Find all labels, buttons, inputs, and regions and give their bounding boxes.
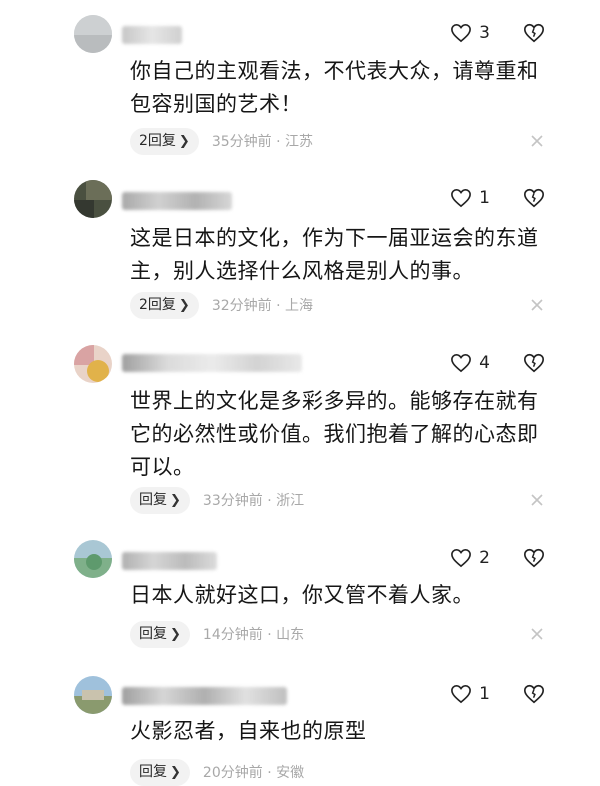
close-icon[interactable] bbox=[530, 298, 544, 312]
comment-location: 浙江 bbox=[276, 493, 305, 509]
comment-time: 35分钟前 bbox=[211, 134, 272, 150]
reply-label: 2回复 bbox=[139, 132, 176, 149]
comment-meta: 35分钟前 · 江苏 bbox=[212, 131, 313, 151]
comment-time: 14分钟前 bbox=[202, 627, 263, 643]
broken-heart-icon[interactable] bbox=[523, 683, 545, 705]
comment-meta: 14分钟前 · 山东 bbox=[203, 624, 304, 644]
avatar[interactable] bbox=[74, 345, 112, 383]
chevron-right-icon: ❯ bbox=[178, 133, 190, 149]
close-icon[interactable] bbox=[530, 493, 544, 507]
comment-footer: 回复 ❯ 14分钟前 · 山东 bbox=[130, 620, 304, 648]
comment-footer: 回复 ❯ 20分钟前 · 安徽 bbox=[130, 758, 304, 786]
comment-footer: 2回复 ❯ 35分钟前 · 江苏 bbox=[130, 127, 313, 155]
comment-location: 江苏 bbox=[285, 134, 314, 150]
comment-location: 山东 bbox=[276, 627, 305, 643]
comment-meta: 32分钟前 · 上海 bbox=[212, 295, 313, 315]
like-button[interactable]: 1 bbox=[450, 684, 490, 704]
like-count: 4 bbox=[479, 353, 490, 373]
comment-text: 火影忍者，自来也的原型 bbox=[130, 719, 367, 743]
avatar[interactable] bbox=[74, 540, 112, 578]
broken-heart-icon[interactable] bbox=[523, 187, 545, 209]
meta-separator: · bbox=[267, 765, 272, 781]
reply-button[interactable]: 回复 ❯ bbox=[130, 620, 190, 648]
like-button[interactable]: 1 bbox=[450, 188, 490, 208]
comment-text: 你自己的主观看法，不代表大众，请尊重和包容别国的艺术！ bbox=[130, 59, 539, 116]
like-count: 2 bbox=[479, 548, 490, 568]
username-blurred[interactable] bbox=[122, 552, 217, 570]
like-count: 1 bbox=[479, 684, 490, 704]
reply-label: 回复 bbox=[139, 625, 167, 642]
chevron-right-icon: ❯ bbox=[170, 764, 181, 780]
chevron-right-icon: ❯ bbox=[170, 626, 181, 642]
reply-button[interactable]: 回复 ❯ bbox=[130, 486, 190, 514]
reply-label: 2回复 bbox=[139, 296, 176, 313]
comment-feed: 3 你自己的主观看法，不代表大众，请尊重和包容别国的艺术！ 2回复 ❯ 35分钟… bbox=[0, 0, 600, 786]
username-blurred[interactable] bbox=[122, 687, 287, 705]
close-icon[interactable] bbox=[530, 627, 544, 641]
like-count: 1 bbox=[479, 188, 490, 208]
comment-footer: 回复 ❯ 33分钟前 · 浙江 bbox=[130, 486, 304, 514]
comment-time: 32分钟前 bbox=[211, 298, 272, 314]
heart-outline-icon bbox=[451, 353, 472, 373]
avatar[interactable] bbox=[74, 15, 112, 53]
avatar[interactable] bbox=[74, 180, 112, 218]
broken-heart-icon[interactable] bbox=[523, 22, 545, 44]
broken-heart-icon[interactable] bbox=[523, 352, 545, 374]
comment-location: 安徽 bbox=[276, 765, 305, 781]
username-blurred[interactable] bbox=[122, 192, 232, 210]
reply-button[interactable]: 2回复 ❯ bbox=[130, 127, 199, 155]
chevron-right-icon: ❯ bbox=[178, 297, 190, 313]
comment-meta: 33分钟前 · 浙江 bbox=[203, 490, 304, 510]
comment-text: 世界上的文化是多彩多异的。能够存在就有它的必然性或价值。我们抱着了解的心态即可以… bbox=[130, 389, 539, 479]
meta-separator: · bbox=[276, 298, 281, 314]
meta-separator: · bbox=[276, 134, 281, 150]
like-button[interactable]: 3 bbox=[450, 23, 490, 43]
like-button[interactable]: 2 bbox=[450, 548, 490, 568]
comment-time: 20分钟前 bbox=[202, 765, 263, 781]
like-count: 3 bbox=[479, 23, 490, 43]
heart-outline-icon bbox=[451, 188, 472, 208]
comment-footer: 2回复 ❯ 32分钟前 · 上海 bbox=[130, 291, 313, 319]
reply-button[interactable]: 回复 ❯ bbox=[130, 758, 190, 786]
comment-text: 日本人就好这口，你又管不着人家。 bbox=[130, 583, 474, 607]
avatar[interactable] bbox=[74, 676, 112, 714]
reply-label: 回复 bbox=[139, 491, 167, 508]
username-blurred[interactable] bbox=[122, 354, 302, 372]
heart-outline-icon bbox=[451, 23, 472, 43]
meta-separator: · bbox=[267, 493, 272, 509]
comment-location: 上海 bbox=[285, 298, 314, 314]
username-blurred[interactable] bbox=[122, 26, 182, 44]
heart-outline-icon bbox=[451, 548, 472, 568]
broken-heart-icon[interactable] bbox=[523, 547, 545, 569]
reply-button[interactable]: 2回复 ❯ bbox=[130, 291, 199, 319]
close-icon[interactable] bbox=[530, 134, 544, 148]
heart-outline-icon bbox=[451, 684, 472, 704]
meta-separator: · bbox=[267, 627, 272, 643]
reply-label: 回复 bbox=[139, 763, 167, 780]
comment-text: 这是日本的文化，作为下一届亚运会的东道主，别人选择什么风格是别人的事。 bbox=[130, 226, 539, 283]
comment-time: 33分钟前 bbox=[202, 493, 263, 509]
chevron-right-icon: ❯ bbox=[170, 492, 181, 508]
like-button[interactable]: 4 bbox=[450, 353, 490, 373]
comment-meta: 20分钟前 · 安徽 bbox=[203, 762, 304, 782]
